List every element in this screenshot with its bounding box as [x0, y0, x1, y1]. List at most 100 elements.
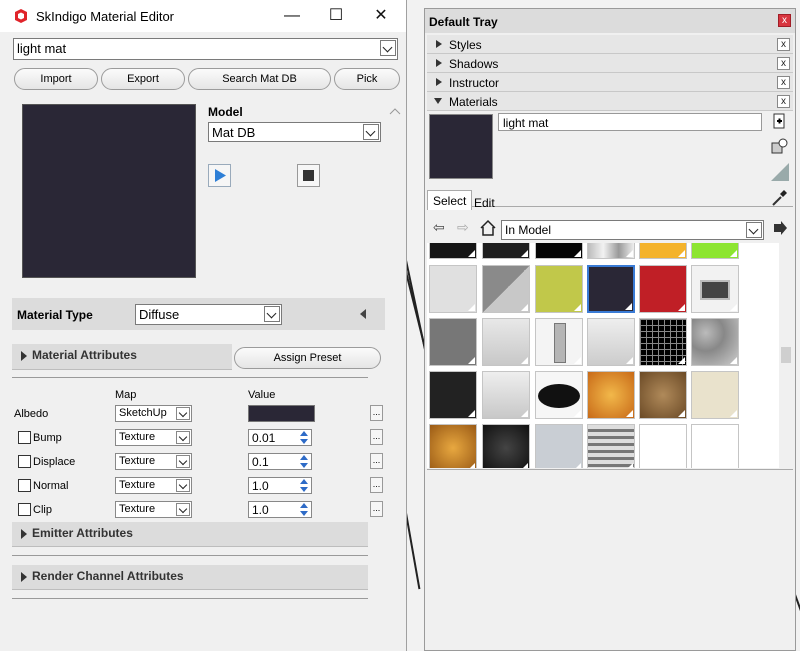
- material-tile[interactable]: [639, 318, 687, 366]
- normal-value-input[interactable]: 1.0: [248, 477, 312, 494]
- material-tile[interactable]: [535, 265, 583, 313]
- normal-more-button[interactable]: ...: [370, 477, 383, 493]
- material-tile-selected[interactable]: [587, 265, 635, 313]
- material-tile[interactable]: [587, 243, 635, 259]
- bump-value-input[interactable]: 0.01: [248, 429, 312, 446]
- material-tile[interactable]: [691, 424, 739, 468]
- clip-value-input[interactable]: 1.0: [248, 501, 312, 518]
- material-tile[interactable]: [482, 318, 530, 366]
- material-tile[interactable]: [639, 265, 687, 313]
- chevron-down-icon: [380, 40, 396, 56]
- home-icon[interactable]: [479, 219, 497, 237]
- bump-map-select[interactable]: Texture: [115, 429, 192, 446]
- collapse-left-icon[interactable]: [358, 308, 368, 320]
- material-tile[interactable]: [639, 243, 687, 259]
- render-play-button[interactable]: [208, 164, 231, 187]
- material-tile[interactable]: [482, 424, 530, 468]
- material-tile[interactable]: [587, 371, 635, 419]
- material-tile[interactable]: [482, 243, 530, 259]
- material-tile[interactable]: [429, 371, 477, 419]
- import-button[interactable]: Import: [14, 68, 98, 90]
- maximize-button[interactable]: ☐: [321, 4, 351, 28]
- tab-edit[interactable]: Edit: [469, 193, 500, 213]
- clip-checkbox[interactable]: [18, 503, 31, 516]
- panel-styles-close[interactable]: x: [777, 38, 790, 51]
- collection-select-value: In Model: [505, 223, 552, 237]
- bump-more-button[interactable]: ...: [370, 429, 383, 445]
- emitter-attributes-section[interactable]: Emitter Attributes: [12, 522, 368, 547]
- panel-instructor[interactable]: Instructor x: [427, 73, 793, 92]
- forward-arrow-icon[interactable]: ⇨: [457, 219, 469, 236]
- eyedropper-icon[interactable]: [770, 189, 788, 207]
- render-channel-attributes-section[interactable]: Render Channel Attributes: [12, 565, 368, 590]
- material-tile[interactable]: [691, 265, 739, 313]
- albedo-color-swatch[interactable]: [248, 405, 315, 422]
- collapse-triangle-icon: [434, 98, 442, 104]
- material-attributes-section[interactable]: Material Attributes: [12, 344, 232, 370]
- material-tile[interactable]: [429, 243, 477, 259]
- tray-material-swatch[interactable]: [429, 114, 493, 179]
- material-grid-scrollbar[interactable]: [779, 243, 793, 468]
- spinner-icon[interactable]: [298, 503, 310, 516]
- normal-checkbox[interactable]: [18, 479, 31, 492]
- material-tile[interactable]: [535, 243, 583, 259]
- chevron-down-icon: [176, 503, 190, 516]
- export-button[interactable]: Export: [101, 68, 185, 90]
- close-button[interactable]: ✕: [366, 4, 396, 28]
- panel-shadows[interactable]: Shadows x: [427, 54, 793, 73]
- normal-map-select[interactable]: Texture: [115, 477, 192, 494]
- material-type-select[interactable]: Diffuse: [135, 304, 282, 325]
- pick-button[interactable]: Pick: [334, 68, 400, 90]
- albedo-map-select[interactable]: SketchUp: [115, 405, 192, 422]
- displace-checkbox[interactable]: [18, 455, 31, 468]
- albedo-more-button[interactable]: ...: [370, 405, 383, 421]
- material-tile[interactable]: [639, 371, 687, 419]
- material-tile[interactable]: [535, 318, 583, 366]
- spinner-icon[interactable]: [298, 479, 310, 492]
- search-mat-db-button[interactable]: Search Mat DB: [188, 68, 331, 90]
- material-tile[interactable]: [691, 318, 739, 366]
- displace-map-select[interactable]: Texture: [115, 453, 192, 470]
- bump-checkbox[interactable]: [18, 431, 31, 444]
- material-tile[interactable]: [429, 265, 477, 313]
- details-arrow-icon[interactable]: [772, 220, 788, 236]
- sample-paint-icon[interactable]: [769, 161, 791, 183]
- displace-more-button[interactable]: ...: [370, 453, 383, 469]
- tab-select[interactable]: Select: [427, 190, 473, 210]
- material-tile[interactable]: [691, 371, 739, 419]
- material-tile[interactable]: [587, 318, 635, 366]
- scroll-up-icon[interactable]: [387, 104, 403, 118]
- panel-materials-close[interactable]: x: [777, 95, 790, 108]
- back-arrow-icon[interactable]: ⇦: [433, 219, 445, 236]
- material-tile[interactable]: [535, 424, 583, 468]
- panel-instructor-close[interactable]: x: [777, 76, 790, 89]
- displace-value-input[interactable]: 0.1: [248, 453, 312, 470]
- minimize-button[interactable]: —: [277, 4, 307, 28]
- material-tile[interactable]: [691, 243, 739, 259]
- material-tile[interactable]: [587, 424, 635, 468]
- material-name-input[interactable]: light mat: [498, 113, 762, 131]
- render-stop-button[interactable]: [297, 164, 320, 187]
- material-tile[interactable]: [429, 318, 477, 366]
- panel-materials[interactable]: Materials x: [427, 92, 793, 111]
- scroll-thumb[interactable]: [781, 347, 791, 363]
- model-select[interactable]: Mat DB: [208, 122, 381, 142]
- clip-more-button[interactable]: ...: [370, 501, 383, 517]
- assign-preset-button[interactable]: Assign Preset: [234, 347, 381, 369]
- material-select[interactable]: light mat: [13, 38, 398, 60]
- material-tile[interactable]: [639, 424, 687, 468]
- collection-select[interactable]: In Model: [501, 220, 764, 240]
- material-tile[interactable]: [482, 265, 530, 313]
- display-secondary-icon[interactable]: [769, 137, 789, 157]
- editor-scrollbar[interactable]: [387, 104, 403, 651]
- material-tile[interactable]: [535, 371, 583, 419]
- material-tile[interactable]: [429, 424, 477, 468]
- spinner-icon[interactable]: [298, 431, 310, 444]
- tray-close-button[interactable]: x: [778, 14, 791, 27]
- create-material-icon[interactable]: [771, 113, 787, 131]
- panel-shadows-close[interactable]: x: [777, 57, 790, 70]
- clip-map-select[interactable]: Texture: [115, 501, 192, 518]
- material-tile[interactable]: [482, 371, 530, 419]
- spinner-icon[interactable]: [298, 455, 310, 468]
- panel-styles[interactable]: Styles x: [427, 35, 793, 54]
